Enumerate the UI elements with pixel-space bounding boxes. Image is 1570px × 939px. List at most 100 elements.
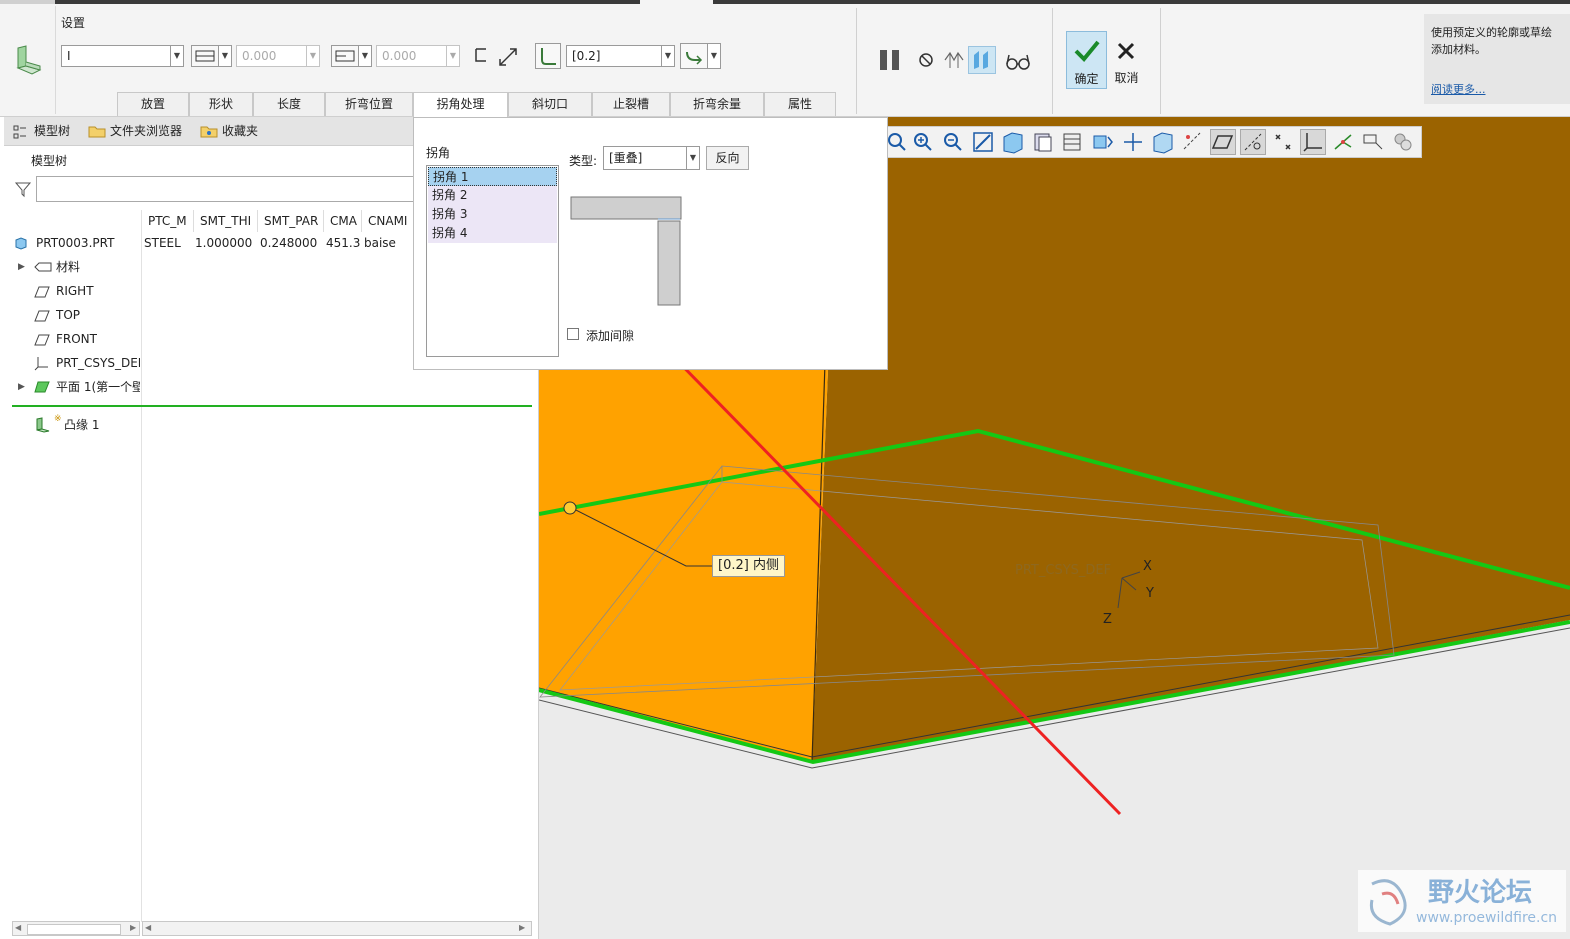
zoom-out-icon[interactable]	[940, 129, 966, 155]
flip-direction-icon[interactable]	[496, 45, 520, 69]
shape-select[interactable]: I	[61, 45, 171, 67]
tab-folder-browser-label: 文件夹浏览器	[110, 124, 183, 138]
zoom-in-icon[interactable]	[910, 129, 936, 155]
preview-icon[interactable]	[942, 48, 966, 72]
shaded-view-icon[interactable]	[1000, 129, 1026, 155]
tree-item-flange[interactable]: ※ 凸缘 1	[34, 413, 140, 437]
add-gap-checkbox[interactable]	[567, 328, 579, 340]
columns-horizontal-scrollbar[interactable]: ◀ ▶	[142, 921, 532, 936]
dimension-label[interactable]: [0.2] 内侧	[712, 555, 785, 577]
column-header[interactable]: CMA	[324, 210, 362, 232]
ribbon-divider	[856, 8, 857, 114]
expand-icon[interactable]: ▶	[18, 255, 25, 279]
column-header[interactable]: SMT_PAR	[258, 210, 324, 232]
expand-icon[interactable]: ▶	[18, 375, 25, 399]
annotation-icon[interactable]	[1360, 129, 1386, 155]
tab-placement[interactable]: 放置	[117, 92, 189, 116]
view-manager-icon[interactable]	[1030, 129, 1056, 155]
tab-bend-allowance[interactable]: 折弯余量	[670, 92, 764, 116]
regenerate-marker-icon: ※	[54, 414, 62, 424]
corner-section-title: 拐角	[426, 146, 451, 160]
corner-list-item[interactable]: 拐角 4	[428, 224, 557, 243]
length-side2-dropdown[interactable]: ▼	[358, 45, 372, 67]
tab-model-tree[interactable]: 模型树	[12, 120, 78, 142]
axis-y-label: Y	[1146, 586, 1154, 601]
model-tree-title: 模型树	[31, 154, 68, 168]
column-divider	[141, 210, 142, 922]
tab-properties[interactable]: 属性	[764, 92, 836, 116]
length-side2-value-arrow[interactable]: ▼	[446, 45, 460, 67]
column-header[interactable]: CNAMI	[362, 210, 414, 232]
datum-plane-display-icon[interactable]	[1210, 129, 1236, 155]
flip-profile-icon[interactable]	[472, 46, 492, 66]
tab-miter-cut[interactable]: 斜切口	[508, 92, 592, 116]
tree-item-front[interactable]: FRONT	[34, 327, 140, 351]
tab-shape[interactable]: 形状	[189, 92, 253, 116]
tab-length[interactable]: 长度	[253, 92, 325, 116]
bend-radius-arrow[interactable]: ▼	[661, 45, 675, 67]
tree-item-right[interactable]: RIGHT	[34, 279, 140, 303]
csys-display-icon[interactable]	[1300, 129, 1326, 155]
verify-preview-icon[interactable]	[968, 46, 996, 74]
tree-root[interactable]: PRT0003.PRT	[14, 231, 140, 255]
appearance-icon[interactable]	[1390, 129, 1416, 155]
tree-filter-input[interactable]	[36, 176, 414, 202]
axis-display-icon[interactable]	[1240, 129, 1266, 155]
length-side2-input[interactable]: 0.000	[376, 45, 448, 67]
tab-corner-treatment[interactable]: 拐角处理	[413, 92, 508, 117]
ok-button[interactable]: 确定	[1066, 31, 1107, 89]
read-more-link[interactable]: 阅读更多...	[1431, 81, 1486, 97]
type-dropdown-arrow[interactable]: ▼	[686, 146, 700, 170]
flange-icon	[36, 417, 50, 433]
tab-folder-browser[interactable]: 文件夹浏览器	[88, 120, 192, 142]
type-select[interactable]: [重叠]	[603, 146, 687, 170]
tree-horizontal-scrollbar[interactable]: ◀ ▶	[12, 921, 140, 936]
tree-item-top[interactable]: TOP	[34, 303, 140, 327]
bend-radius-input[interactable]: [0.2]	[566, 45, 662, 67]
length-side1-input[interactable]: 0.000	[236, 45, 308, 67]
saved-views-icon[interactable]	[1060, 129, 1086, 155]
column-header[interactable]: SMT_THI	[194, 210, 258, 232]
refit-icon[interactable]	[970, 129, 996, 155]
filter-icon[interactable]	[14, 180, 32, 198]
flip-button[interactable]: 反向	[706, 146, 749, 170]
corner-list-item[interactable]: 拐角 2	[428, 186, 557, 205]
spin-center-display-icon[interactable]	[1330, 129, 1356, 155]
bend-inside-dropdown[interactable]: ▼	[707, 43, 721, 69]
tree-item-csys[interactable]: PRT_CSYS_DEF	[34, 351, 140, 375]
tree-root-label: PRT0003.PRT	[36, 236, 115, 250]
help-panel: 使用预定义的轮廓或草绘 添加材料。 阅读更多...	[1424, 14, 1570, 104]
cancel-button[interactable]: 取消	[1110, 31, 1143, 89]
help-text-line2: 添加材料。	[1431, 43, 1486, 56]
tree-item-label: TOP	[56, 308, 81, 322]
scroll-thumb[interactable]	[27, 924, 121, 935]
pause-icon[interactable]	[878, 48, 902, 72]
shape-dropdown-arrow[interactable]: ▼	[170, 45, 184, 67]
corner-list-item[interactable]: 拐角 1	[428, 167, 557, 186]
bend-radius-icon[interactable]	[535, 43, 561, 69]
tree-item-material[interactable]: ▶ 材料	[18, 255, 140, 279]
csys-icon	[34, 357, 48, 371]
datum-axis-display-icon[interactable]	[1180, 129, 1206, 155]
length-side1-icon[interactable]	[191, 45, 219, 67]
length-side1-dropdown[interactable]: ▼	[218, 45, 232, 67]
column-header[interactable]: PTC_M	[142, 210, 194, 232]
glasses-icon[interactable]	[1004, 50, 1032, 72]
annotation-display-icon[interactable]	[1090, 129, 1116, 155]
length-side2-icon[interactable]	[331, 45, 359, 67]
tab-relief[interactable]: 止裂槽	[592, 92, 670, 116]
tab-bend-position[interactable]: 折弯位置	[325, 92, 413, 116]
corner-list-item[interactable]: 拐角 3	[428, 205, 557, 224]
tree-item-plane-wall[interactable]: ▶ 平面 1(第一个壁	[18, 375, 140, 399]
display-style-icon[interactable]	[1150, 129, 1176, 155]
length-side1-value-arrow[interactable]: ▼	[306, 45, 320, 67]
tab-favorites[interactable]: 收藏夹	[200, 120, 270, 142]
cell-material: STEEL	[144, 236, 181, 250]
tree-item-label: PRT_CSYS_DEF	[56, 356, 140, 370]
bend-inside-icon[interactable]	[680, 43, 708, 69]
no-preview-icon[interactable]	[917, 51, 935, 69]
dimension-handle[interactable]	[563, 501, 577, 515]
watermark-title: 野火论坛	[1428, 878, 1533, 908]
spin-center-icon[interactable]	[1120, 129, 1146, 155]
point-display-icon[interactable]	[1270, 129, 1296, 155]
